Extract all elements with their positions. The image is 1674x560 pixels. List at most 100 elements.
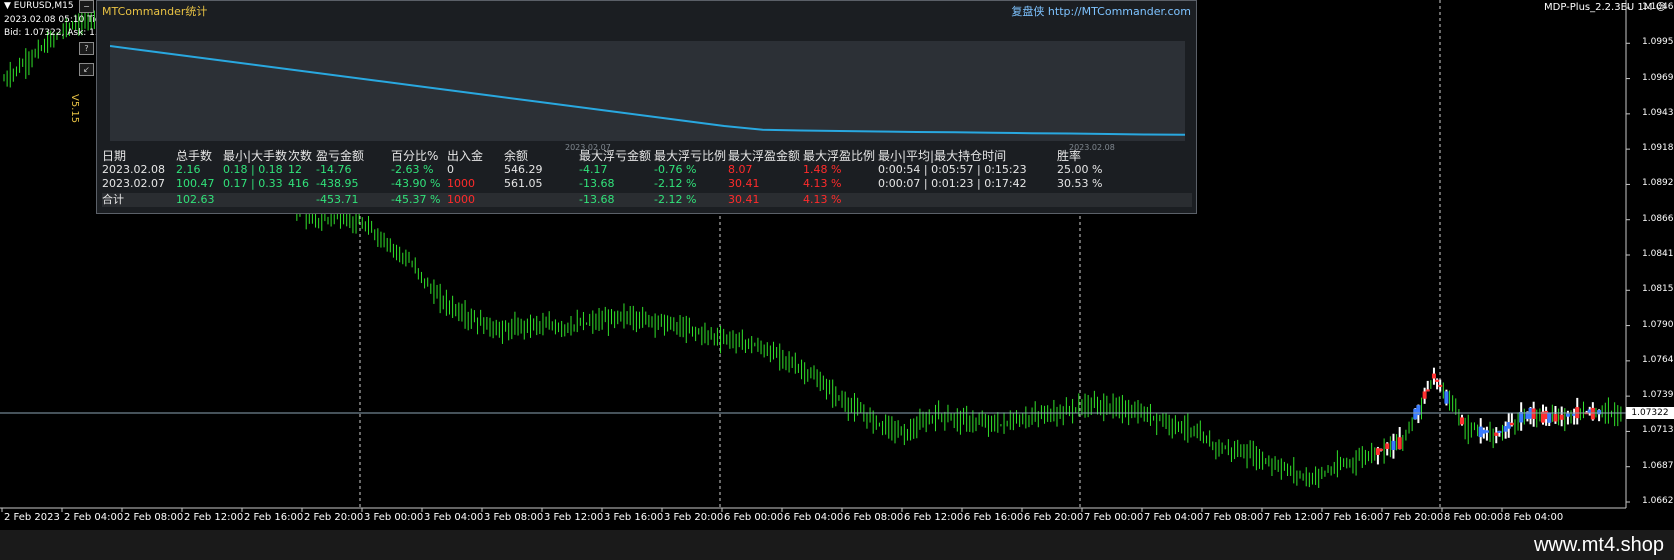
footer-watermark: www.mt4.shop (1533, 534, 1664, 556)
col-hold: 最小|平均|最大持仓时间 (878, 149, 1007, 163)
y-axis-label: 1.09690 (1642, 72, 1674, 83)
row-maxfp: 8.07 (728, 163, 753, 176)
y-axis-label: 1.07900 (1642, 319, 1674, 330)
col-deposit: 出入金 (447, 149, 484, 163)
col-minmax: 最小|大手数 (223, 149, 288, 163)
y-axis-label: 1.09435 (1642, 107, 1674, 118)
row-maxfp-pct: 4.13 % (803, 177, 842, 190)
x-axis-label: 6 Feb 12:00 (904, 512, 964, 523)
x-axis-label: 6 Feb 08:00 (844, 512, 904, 523)
minimize-icon[interactable]: − (79, 0, 94, 13)
trade-marker (1597, 410, 1602, 415)
x-axis-label: 8 Feb 00:00 (1444, 512, 1504, 523)
equity-curve-line (110, 45, 1185, 136)
y-axis-label: 1.07130 (1642, 425, 1674, 436)
total-maxdd: -13.68 (579, 193, 615, 206)
current-price-tag: 1.07322 (1626, 407, 1674, 419)
x-axis-label: 7 Feb 16:00 (1324, 512, 1384, 523)
row-date: 2023.02.08 (102, 163, 165, 176)
x-axis-label: 8 Feb 04:00 (1504, 512, 1564, 523)
panel-link[interactable]: 复盘侠 http://MTCommander.com (1011, 3, 1191, 19)
total-pct: -45.37 % (391, 193, 441, 206)
row-pct: -43.90 % (391, 177, 441, 190)
x-axis-label: 3 Feb 12:00 (544, 512, 604, 523)
col-balance: 余额 (504, 149, 529, 163)
total-label: 合计 (102, 193, 124, 206)
col-pct: 百分比% (391, 149, 439, 163)
row-date: 2023.02.07 (102, 177, 165, 190)
row-minmax: 0.17 | 0.33 (223, 177, 283, 190)
x-axis-label: 3 Feb 00:00 (364, 512, 424, 523)
mtcommander-stats-panel[interactable]: MTCommander统计 复盘侠 http://MTCommander.com… (96, 0, 1197, 214)
trade-marker (1460, 417, 1464, 425)
row-maxdd: -4.17 (579, 163, 608, 176)
trade-marker (1547, 412, 1552, 423)
trade-marker (1509, 422, 1514, 426)
row-deposit: 1000 (447, 177, 475, 190)
panel-link-cn: 复盘侠 (1011, 5, 1045, 18)
y-axis-label: 1.08665 (1642, 213, 1674, 224)
trade-marker (1494, 432, 1499, 436)
x-axis-label: 7 Feb 00:00 (1084, 512, 1144, 523)
x-axis-label: 3 Feb 16:00 (604, 512, 664, 523)
trade-marker (1484, 430, 1489, 433)
trade-marker (1391, 440, 1396, 450)
trade-marker (1431, 373, 1436, 379)
version-label: V5.15 (69, 94, 80, 124)
col-maxfp-pct: 最大浮盈比例 (803, 149, 876, 163)
x-axis-label: 7 Feb 12:00 (1264, 512, 1324, 523)
trade-marker (1379, 448, 1383, 451)
y-axis-label: 1.06875 (1642, 460, 1674, 471)
col-date: 日期 (102, 149, 127, 163)
trade-marker (1590, 407, 1595, 420)
help-icon[interactable]: ? (79, 42, 94, 55)
panel-title: MTCommander统计 (102, 5, 208, 18)
x-axis-label: 6 Feb 16:00 (964, 512, 1024, 523)
total-maxfp: 30.41 (728, 193, 760, 206)
col-count: 次数 (288, 149, 313, 163)
row-lots: 100.47 (176, 177, 215, 190)
col-maxdd: 最大浮亏金额 (579, 149, 652, 163)
trade-marker (1497, 431, 1502, 434)
x-axis-label: 6 Feb 04:00 (784, 512, 844, 523)
x-axis-label: 7 Feb 20:00 (1384, 512, 1444, 523)
row-maxdd-pct: -2.12 % (654, 177, 697, 190)
y-axis-label: 1.10460 (1642, 2, 1674, 12)
x-axis-label: 2 Feb 2023 (4, 512, 60, 523)
trade-marker (1435, 379, 1440, 382)
row-maxdd: -13.68 (579, 177, 615, 190)
trade-marker (1565, 413, 1570, 417)
row-hold: 0:00:54 | 0:05:57 | 0:15:23 (878, 163, 1027, 176)
dropdown-triangle-icon[interactable]: ▼ (4, 1, 11, 11)
x-axis-label: 3 Feb 20:00 (664, 512, 724, 523)
x-axis-label: 2 Feb 04:00 (64, 512, 124, 523)
x-axis-label: 3 Feb 08:00 (484, 512, 544, 523)
footer-bar: www.mt4.shop (0, 530, 1674, 560)
panel-link-url[interactable]: http://MTCommander.com (1048, 5, 1191, 18)
y-axis-label: 1.09180 (1642, 143, 1674, 154)
y-axis-label: 1.06620 (1642, 496, 1674, 506)
trade-marker (1531, 408, 1536, 419)
row-lots: 2.16 (176, 163, 201, 176)
trade-marker (1559, 414, 1564, 420)
total-pnl: -453.71 (316, 193, 359, 206)
x-axis-label: 6 Feb 20:00 (1024, 512, 1084, 523)
expand-icon[interactable]: ↙ (79, 63, 94, 76)
row-count: 12 (288, 163, 302, 176)
y-axis-label: 1.07645 (1642, 354, 1674, 365)
stats-total-row: 合计 102.63 -453.71 -45.37 % 1000 -13.68 -… (102, 193, 1192, 207)
trade-marker (1553, 414, 1558, 422)
col-maxfp: 最大浮盈金额 (728, 149, 801, 163)
total-deposit: 1000 (447, 193, 475, 206)
row-minmax: 0.18 | 0.18 (223, 163, 283, 176)
trade-marker (1385, 443, 1390, 449)
col-lots: 总手数 (176, 149, 213, 163)
equity-curve-svg (110, 45, 1185, 136)
row-pct: -2.63 % (391, 163, 434, 176)
x-axis-label: 2 Feb 12:00 (184, 512, 244, 523)
x-axis-label: 2 Feb 16:00 (244, 512, 304, 523)
trade-marker (1422, 391, 1427, 399)
x-axis-label: 2 Feb 08:00 (124, 512, 184, 523)
row-maxfp-pct: 1.48 % (803, 163, 842, 176)
row-winrate: 25.00 % (1057, 163, 1103, 176)
